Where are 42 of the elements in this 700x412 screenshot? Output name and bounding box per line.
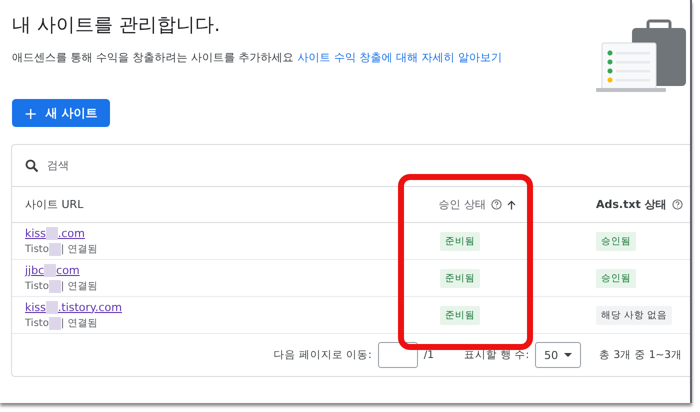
site-url-link[interactable]: .tistory.com — [58, 300, 122, 314]
column-header[interactable]: 사이트 URL — [25, 197, 84, 212]
page-range: 총 3개 중 1~3개 — [599, 348, 682, 362]
connection-status: | 연결됨 — [60, 316, 98, 330]
rows-per-page-select[interactable]: 50 — [535, 342, 582, 368]
column-header[interactable]: Ads.txt 상태 — [596, 197, 667, 212]
site-source: Tisto — [25, 316, 49, 330]
new-site-button[interactable]: + 새 사이트 — [12, 99, 110, 127]
help-icon[interactable] — [672, 199, 683, 210]
page-title: 내 사이트를 관리합니다. — [12, 13, 222, 38]
help-icon[interactable] — [491, 199, 502, 210]
column-header[interactable]: 승인 상태 — [438, 197, 486, 212]
status-chip: 준비됨 — [440, 306, 480, 324]
page-description: 애드센스를 통해 수익을 창출하려는 사이트를 추가하세요 사이트 수익 창출에 대해 자세히 알아보기 — [12, 50, 503, 65]
status-chip: 준비됨 — [440, 268, 480, 288]
site-url-link[interactable]: kiss — [25, 226, 46, 240]
site-url-link[interactable]: jjbc — [25, 264, 44, 276]
status-chip: 승인됨 — [596, 268, 636, 288]
site-source: Tisto — [25, 242, 49, 256]
redaction-block — [46, 300, 58, 314]
page-total: /1 — [424, 349, 434, 361]
connection-status: | 연결됨 — [60, 242, 98, 256]
site-url-link[interactable]: com — [56, 264, 80, 276]
redaction-block — [44, 264, 56, 276]
dropdown-caret-icon — [564, 353, 572, 357]
goto-page-label: 다음 페이지로 이동: — [273, 348, 372, 362]
redaction-block — [46, 226, 58, 240]
redaction-block — [48, 316, 61, 330]
status-chip: 해당 사항 없음 — [596, 306, 672, 324]
redaction-block — [48, 280, 61, 292]
site-source: Tisto — [25, 280, 49, 292]
status-chip: 준비됨 — [440, 232, 480, 250]
sort-arrow-icon[interactable] — [507, 200, 516, 210]
search-icon — [25, 158, 39, 172]
status-chip: 승인됨 — [596, 232, 636, 250]
rows-per-page-label: 표시할 행 수: — [464, 348, 530, 362]
redaction-block — [48, 242, 61, 256]
page-number-field[interactable] — [378, 342, 418, 368]
learn-more-link[interactable]: 사이트 수익 창출에 대해 자세히 알아보기 — [297, 51, 502, 64]
site-url-link[interactable]: kiss — [25, 300, 46, 314]
connection-status: | 연결됨 — [60, 280, 98, 292]
site-url-link[interactable]: .com — [58, 226, 85, 240]
